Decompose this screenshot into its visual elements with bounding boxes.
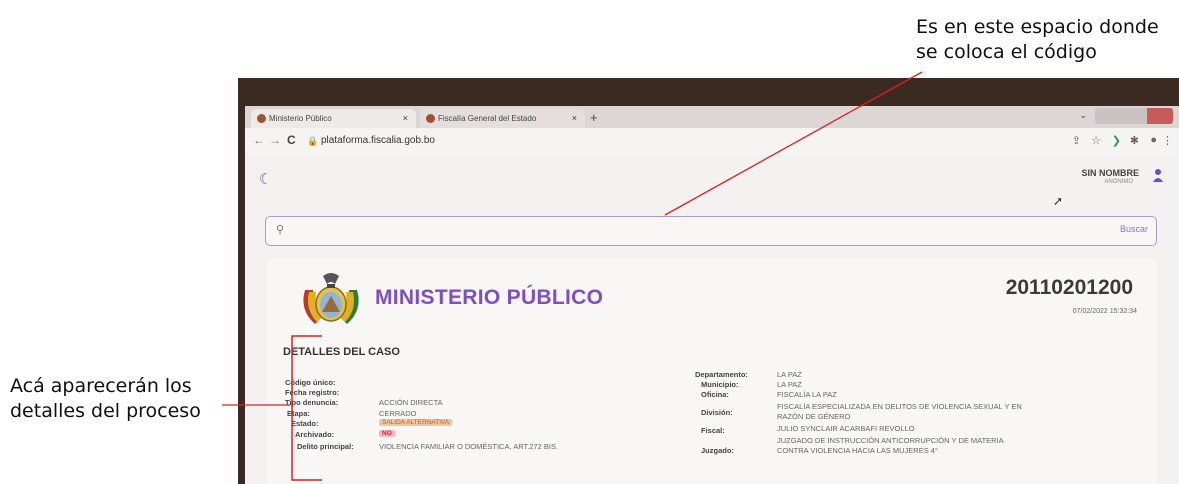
- annotation-pointers: [222, 71, 923, 481]
- details-bracket: [291, 335, 322, 481]
- pointer-line-search: [664, 71, 923, 216]
